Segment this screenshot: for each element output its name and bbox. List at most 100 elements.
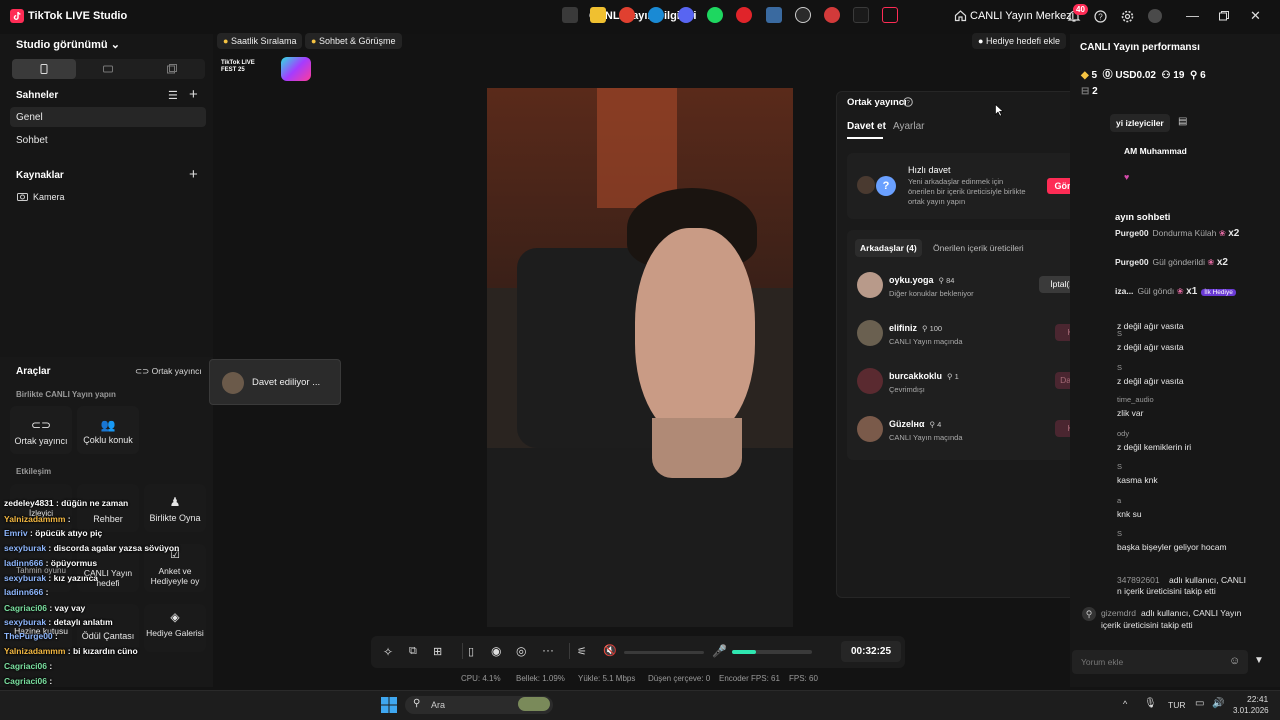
help-icon[interactable]: ? — [1094, 10, 1107, 23]
layout-icon[interactable]: ⊞ — [433, 645, 442, 658]
chat-username: Cagriaci06 — [4, 661, 47, 671]
mic-volume-slider[interactable] — [732, 650, 812, 654]
obs-icon[interactable] — [795, 7, 811, 23]
maximize-icon[interactable] — [1219, 11, 1229, 21]
gear-icon[interactable] — [1121, 10, 1134, 23]
viewer-tool-button[interactable]: İzleyici — [10, 484, 72, 532]
minimize-icon[interactable]: — — [1186, 8, 1199, 23]
opera-icon[interactable] — [736, 7, 752, 23]
gift-text: Gül göndı — [1137, 286, 1175, 296]
edge-icon[interactable] — [648, 7, 664, 23]
speaker-volume-slider[interactable] — [624, 651, 704, 654]
emoji-icon[interactable]: ☺ — [1229, 655, 1240, 667]
clock-time[interactable]: 22:41 — [1247, 694, 1268, 704]
more-icon[interactable]: ··· — [542, 643, 554, 657]
encoder-fps-stat: Encoder FPS: 61 — [719, 674, 780, 683]
friend-name: Güzel⁠нα ⚲ 4 — [889, 419, 941, 429]
gift-user: iza... — [1115, 286, 1134, 296]
search-highlight-image — [518, 697, 550, 711]
guide-tool-button[interactable]: Rehber — [77, 484, 139, 532]
live-fest-banner[interactable]: TikTok LIVE FEST 25 — [221, 57, 311, 81]
language-indicator[interactable]: TUR — [1168, 700, 1185, 710]
viewers-tab-label: yi izleyiciler — [1116, 118, 1164, 128]
chevron-down-icon: ⌄ — [110, 39, 120, 51]
gift-multiplier: x2 — [1228, 228, 1240, 239]
message-text: zlik var — [1117, 408, 1144, 418]
search-icon: ⚲ — [413, 698, 421, 709]
info-icon[interactable]: ? — [903, 97, 913, 107]
add-source-icon[interactable]: ⧉ — [409, 645, 417, 658]
studio-view-dropdown[interactable]: Studio görünümü ⌄ — [16, 38, 120, 51]
top-viewer-name: AM Muhammad — [1124, 146, 1187, 156]
chat-message: : — [52, 631, 58, 641]
network-icon[interactable]: ▭ — [1195, 698, 1204, 709]
stat-viewers: 19 — [1173, 70, 1185, 81]
spotify-icon[interactable] — [707, 7, 723, 23]
tab-friends[interactable]: Arkadaşlar (4) — [855, 239, 922, 257]
magic-wand-icon[interactable]: ✧ — [383, 645, 393, 659]
dual-layout-button[interactable] — [140, 59, 204, 79]
chat-meet-chip[interactable]: ● Sohbet & Görüşme — [305, 33, 402, 49]
portrait-layout-button[interactable] — [12, 59, 76, 79]
play-together-button[interactable]: ♟ Birlikte Oyna — [144, 484, 206, 532]
gift-icon: ⊟ — [1081, 86, 1090, 97]
gift-row: iza... Gül göndı ❀ x1 İlk Hediye — [1115, 286, 1236, 297]
studio-view-label: Studio görünümü — [16, 39, 108, 51]
tiktok-studio-icon[interactable] — [882, 7, 898, 23]
multi-guest-button[interactable]: 👥 Çoklu konuk — [77, 406, 139, 454]
app-icon[interactable] — [766, 7, 782, 23]
face — [635, 228, 755, 438]
chat-message: : vay vay — [47, 603, 86, 613]
profile-avatar[interactable] — [1148, 9, 1162, 23]
quick-invite-desc: Yeni arkadaşlar edinmek için önerilen bi… — [908, 177, 1026, 206]
app-icon[interactable] — [824, 7, 840, 23]
friend-name-text: Güzel⁠нα — [889, 419, 925, 429]
capcut-icon[interactable] — [853, 7, 869, 23]
clock-date[interactable]: 3.01.2026 — [1233, 706, 1269, 715]
reward-bag-button[interactable]: Ödül Çantası — [77, 604, 139, 652]
effects-icon[interactable]: ◎ — [516, 644, 526, 658]
file-explorer-icon[interactable] — [590, 7, 606, 23]
chat-username: ladinn666 — [4, 558, 44, 568]
chat-overlay-line: ladinn666 : öpüyormus — [4, 558, 97, 568]
follow2-user: gizemdrd — [1101, 608, 1136, 618]
add-source-icon[interactable]: + — [189, 166, 198, 183]
microphone-icon[interactable]: 🎤 — [712, 644, 727, 658]
message-user: S — [1117, 462, 1123, 471]
windows-start-icon[interactable] — [381, 697, 397, 713]
home-icon[interactable] — [954, 9, 967, 22]
landscape-layout-button[interactable] — [76, 59, 140, 79]
mixer-icon[interactable]: ⚟ — [577, 645, 587, 658]
hourly-ranking-chip[interactable]: ● Saatlik Sıralama — [217, 33, 303, 49]
message-text: z değil ağır vasıta — [1117, 342, 1184, 352]
send-comment-icon[interactable]: ▼ — [1254, 655, 1264, 666]
discord-icon[interactable] — [678, 7, 694, 23]
friend-name-text: elifiniz — [889, 323, 918, 333]
gift-goal-chip[interactable]: ● Hediye hedefi ekle — [972, 33, 1067, 49]
scene-item-sohbet[interactable]: Sohbet — [16, 135, 48, 146]
tab-settings[interactable]: Ayarlar — [893, 121, 925, 132]
phone-icon[interactable]: ▯ — [468, 645, 474, 658]
quick-invite-title: Hızlı davet — [908, 165, 951, 175]
list-icon[interactable]: ▤ — [1178, 116, 1187, 127]
users-icon: ⚇ — [1161, 70, 1171, 81]
chrome-icon[interactable] — [619, 7, 635, 23]
tab-invite[interactable]: Davet et — [847, 121, 886, 132]
task-view-icon[interactable] — [562, 7, 578, 23]
tab-suggested[interactable]: Önerilen içerik üreticileri — [933, 243, 1024, 253]
scene-list-icon[interactable]: ☰ — [168, 89, 178, 102]
close-icon[interactable]: ✕ — [1250, 8, 1261, 24]
microphone-icon[interactable]: 🎙 — [1144, 698, 1157, 709]
tray-chevron-icon[interactable]: ^ — [1123, 699, 1127, 709]
add-scene-icon[interactable]: + — [189, 86, 198, 103]
cohost-link-button[interactable]: ⊂⊃ Ortak yayıncı — [135, 366, 202, 377]
record-icon[interactable]: ◉ — [491, 644, 501, 658]
stat-usd: USD0.02 — [1115, 70, 1156, 81]
volume-icon[interactable]: 🔊 — [1212, 698, 1224, 709]
live-center-button[interactable]: CANLI Yayın Merkezi — [970, 10, 1074, 22]
speaker-muted-icon[interactable]: 🔇 — [603, 644, 617, 657]
source-item-camera[interactable]: Kamera — [33, 192, 65, 202]
cohost-tool-button[interactable]: ⊂⊃ Ortak yayıncı — [10, 406, 72, 454]
gift-gallery-button[interactable]: ◈ Hediye Galerisi — [144, 604, 206, 652]
message-text: başka bişeyler geliyor hocam — [1117, 542, 1227, 552]
